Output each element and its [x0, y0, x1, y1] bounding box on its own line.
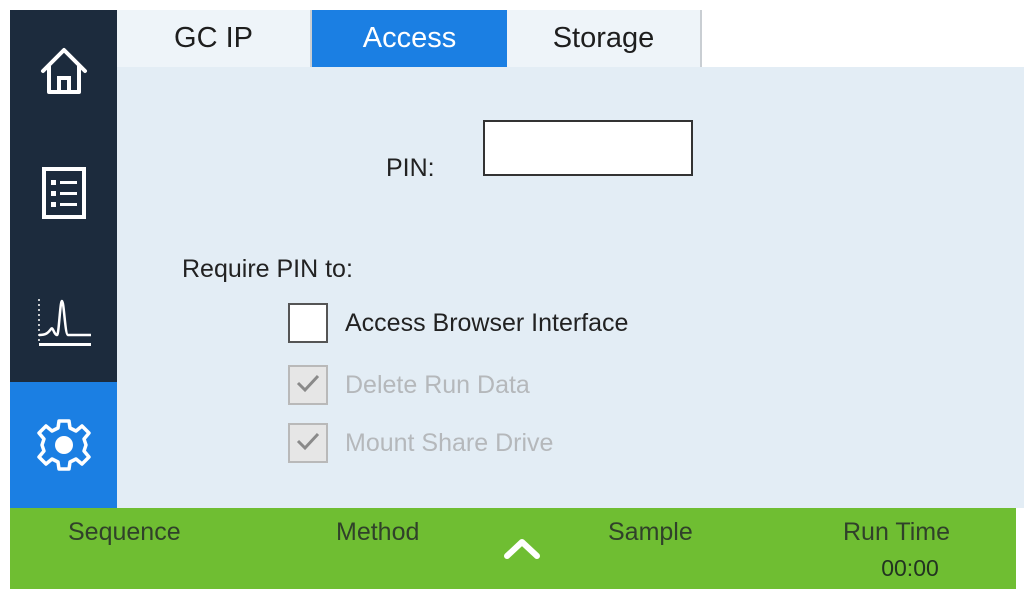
tab-access[interactable]: Access: [312, 10, 507, 67]
status-run-time-label: Run Time: [843, 518, 950, 546]
option-access-browser-interface[interactable]: Access Browser Interface: [288, 303, 628, 343]
pin-input[interactable]: [483, 120, 693, 176]
checkmark-icon: [295, 372, 321, 399]
option-label: Mount Share Drive: [345, 428, 554, 457]
pin-label: PIN:: [386, 154, 435, 182]
checkmark-icon: [295, 430, 321, 457]
chromatogram-icon: [34, 291, 94, 351]
tab-storage[interactable]: Storage: [507, 10, 702, 67]
chevron-up-icon[interactable]: [502, 536, 542, 565]
option-label: Access Browser Interface: [345, 308, 629, 337]
list-icon: [41, 166, 87, 220]
status-bar: Sequence Method Sample Run Time 00:00: [10, 508, 1016, 589]
nav-sequence-list[interactable]: [10, 132, 117, 254]
status-sequence: Sequence: [68, 518, 181, 546]
tab-bar: GC IP Access Storage: [117, 10, 702, 67]
option-label: Delete Run Data: [345, 370, 530, 399]
checkbox-access-browser-interface[interactable]: [288, 303, 328, 343]
app-frame: GC IP Access Storage PIN: Require PIN to…: [10, 10, 1024, 589]
checkbox-delete-run-data: [288, 365, 328, 405]
nav-chromatogram[interactable]: [10, 260, 117, 382]
option-delete-run-data: Delete Run Data: [288, 365, 530, 405]
option-mount-share-drive: Mount Share Drive: [288, 423, 553, 463]
sidebar: [10, 10, 117, 508]
tab-gc-ip[interactable]: GC IP: [117, 10, 312, 67]
status-sample: Sample: [608, 518, 693, 546]
gear-icon: [34, 415, 94, 475]
home-icon: [37, 44, 91, 98]
status-method: Method: [336, 518, 420, 546]
access-panel: PIN: Require PIN to: Access Browser Inte…: [117, 67, 1024, 508]
checkbox-mount-share-drive: [288, 423, 328, 463]
nav-home[interactable]: [10, 10, 117, 132]
require-pin-label: Require PIN to:: [182, 255, 353, 283]
status-run-time-value: 00:00: [881, 555, 939, 581]
nav-settings[interactable]: [10, 382, 117, 508]
